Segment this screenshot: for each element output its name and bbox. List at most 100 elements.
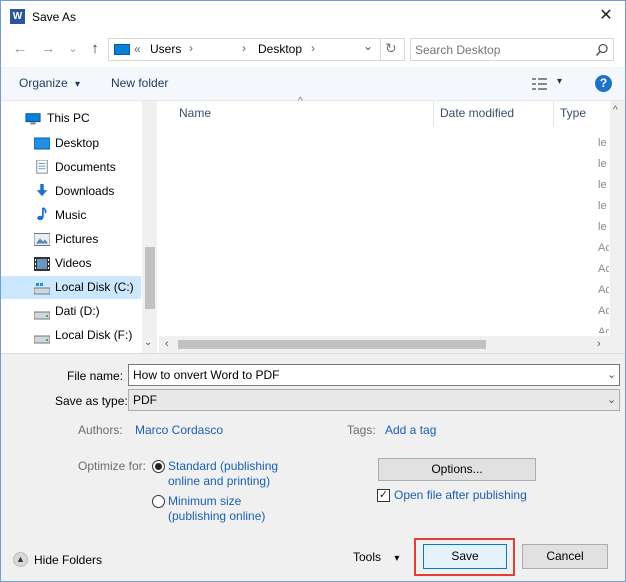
tools-button[interactable]: Tools ▾ — [353, 550, 399, 564]
sort-ascending-icon: ^ — [298, 96, 303, 107]
tree-item-downloads[interactable]: Downloads — [1, 180, 141, 203]
tree-item-documents[interactable]: Documents — [1, 156, 141, 179]
tree-item-label: Local Disk (F:) — [55, 328, 133, 342]
scroll-up-icon[interactable]: ^ — [613, 105, 618, 116]
back-button[interactable]: ← — [10, 39, 30, 59]
chevron-right-icon[interactable]: › — [189, 41, 193, 55]
address-segment-users[interactable]: Users — [150, 42, 181, 56]
address-overflow[interactable]: « — [134, 42, 141, 56]
tree-item-desktop[interactable]: Desktop — [1, 132, 141, 155]
type-cell: le — [598, 137, 607, 149]
address-segment-desktop[interactable]: Desktop — [258, 42, 302, 56]
music-icon — [37, 207, 47, 221]
tree-item-videos[interactable]: Videos — [1, 252, 141, 275]
file-name-label: File name: — [67, 369, 124, 383]
recent-locations-button[interactable]: ⌄ — [63, 39, 83, 59]
file-list[interactable] — [159, 101, 625, 353]
new-folder-button[interactable]: New folder — [111, 76, 168, 90]
type-cell: le — [598, 221, 607, 233]
tree-item-pictures[interactable]: Pictures — [1, 228, 141, 251]
forward-button[interactable]: → — [38, 39, 58, 59]
option-text-line: Standard (publishing — [168, 459, 279, 473]
file-name-input[interactable]: How to onvert Word to PDF ⌄ — [128, 364, 620, 386]
view-options-button[interactable]: ▾ — [531, 76, 569, 92]
command-bar: Organize ▾ New folder ▾ ? — [1, 67, 625, 101]
navigation-pane: This PC Desktop Documents Downloads Musi… — [1, 101, 157, 353]
file-list-vertical-scrollbar[interactable]: ^ — [610, 101, 625, 353]
cancel-button[interactable]: Cancel — [522, 544, 608, 569]
tags-label: Tags: — [347, 423, 376, 437]
drive-icon — [34, 311, 50, 320]
type-cell: Ac — [598, 263, 609, 275]
column-header-name[interactable]: Name — [179, 101, 211, 127]
scrollbar-thumb[interactable] — [178, 340, 486, 349]
organize-button[interactable]: Organize ▾ — [19, 76, 80, 90]
authors-label: Authors: — [78, 423, 123, 437]
column-divider — [433, 101, 434, 127]
type-cell: Ac — [598, 242, 609, 254]
search-box[interactable] — [410, 38, 614, 61]
address-divider — [380, 39, 381, 60]
help-button[interactable]: ? — [595, 75, 612, 92]
file-name-value: How to onvert Word to PDF — [133, 368, 280, 382]
optimize-standard-label[interactable]: Standard (publishing online and printing… — [168, 459, 278, 489]
tree-item-label: Music — [55, 208, 87, 222]
tree-item-local-disk-f[interactable]: Local Disk (F:) — [1, 324, 141, 347]
refresh-icon[interactable]: ↻ — [385, 40, 397, 57]
scroll-right-icon[interactable]: › — [597, 338, 601, 350]
address-bar[interactable]: « Users › › Desktop › ⌄ ↻ — [108, 38, 405, 61]
up-button[interactable]: ↑ — [85, 39, 105, 59]
videos-icon — [34, 257, 50, 271]
tree-item-label: Desktop — [55, 136, 100, 150]
chevron-down-icon: ⌄ — [68, 43, 78, 55]
column-header-type[interactable]: Type — [560, 101, 586, 127]
tree-item-dati-d[interactable]: Dati (D:) — [1, 300, 141, 323]
open-after-publishing-checkbox[interactable]: ✓ — [377, 489, 390, 502]
save-as-type-label: Save as type: — [55, 394, 128, 408]
optimize-minimum-label[interactable]: Minimum size (publishing online) — [168, 494, 265, 524]
authors-field[interactable]: Marco Cordasco — [135, 423, 223, 437]
save-button[interactable]: Save — [423, 544, 507, 569]
tree-item-label: Downloads — [55, 184, 115, 198]
chevron-down-icon[interactable]: ⌄ — [607, 390, 616, 410]
search-input[interactable] — [415, 41, 585, 58]
tree-item-this-pc[interactable]: This PC — [1, 107, 141, 130]
organize-label: Organize — [19, 76, 68, 90]
documents-icon — [36, 160, 48, 174]
optimize-for-label: Optimize for: — [78, 459, 147, 473]
tree-item-label: Videos — [55, 256, 92, 270]
open-after-publishing-label[interactable]: Open file after publishing — [394, 488, 527, 502]
close-button[interactable]: ✕ — [591, 5, 621, 29]
chevron-down-icon[interactable]: ⌄ — [607, 365, 616, 385]
type-column-values: le le le le le Ac Ac Ac Ac Ac — [598, 133, 609, 333]
scroll-down-icon[interactable]: ⌄ — [144, 337, 152, 348]
chevron-right-icon[interactable]: › — [242, 41, 246, 55]
save-as-type-select[interactable]: PDF ⌄ — [128, 389, 620, 411]
tree-item-local-disk-c[interactable]: Local Disk (C:) — [1, 276, 141, 299]
file-list-horizontal-scrollbar[interactable]: ‹ › — [159, 336, 610, 353]
optimize-minimum-radio[interactable] — [152, 495, 165, 508]
type-cell: Ac — [598, 284, 609, 296]
tools-label: Tools — [353, 550, 382, 564]
hide-folders-button[interactable]: Hide Folders — [34, 553, 102, 567]
optimize-standard-radio[interactable] — [152, 460, 165, 473]
tree-item-music[interactable]: Music — [1, 204, 141, 227]
column-header-date-modified[interactable]: Date modified — [440, 101, 514, 127]
tree-item-label: Documents — [55, 160, 116, 174]
word-app-icon: W — [10, 9, 25, 24]
option-text-line: online and printing) — [168, 474, 271, 488]
type-cell: le — [598, 200, 607, 212]
hide-folders-icon[interactable]: ▲ — [13, 552, 28, 567]
address-dropdown-icon[interactable]: ⌄ — [363, 39, 373, 53]
search-icon — [595, 43, 608, 56]
drive-icon — [34, 283, 50, 295]
save-as-type-value: PDF — [133, 393, 157, 407]
scroll-left-icon[interactable]: ‹ — [165, 338, 169, 350]
chevron-right-icon[interactable]: › — [311, 41, 315, 55]
scrollbar-thumb[interactable] — [145, 247, 155, 309]
tags-field[interactable]: Add a tag — [385, 423, 436, 437]
save-as-dialog: W Save As ✕ ← → ⌄ ↑ « Users › › Desktop … — [0, 0, 626, 582]
type-cell: Ac — [598, 305, 609, 317]
navigation-pane-scrollbar[interactable]: ⌄ — [142, 101, 157, 353]
options-button[interactable]: Options... — [378, 458, 536, 481]
